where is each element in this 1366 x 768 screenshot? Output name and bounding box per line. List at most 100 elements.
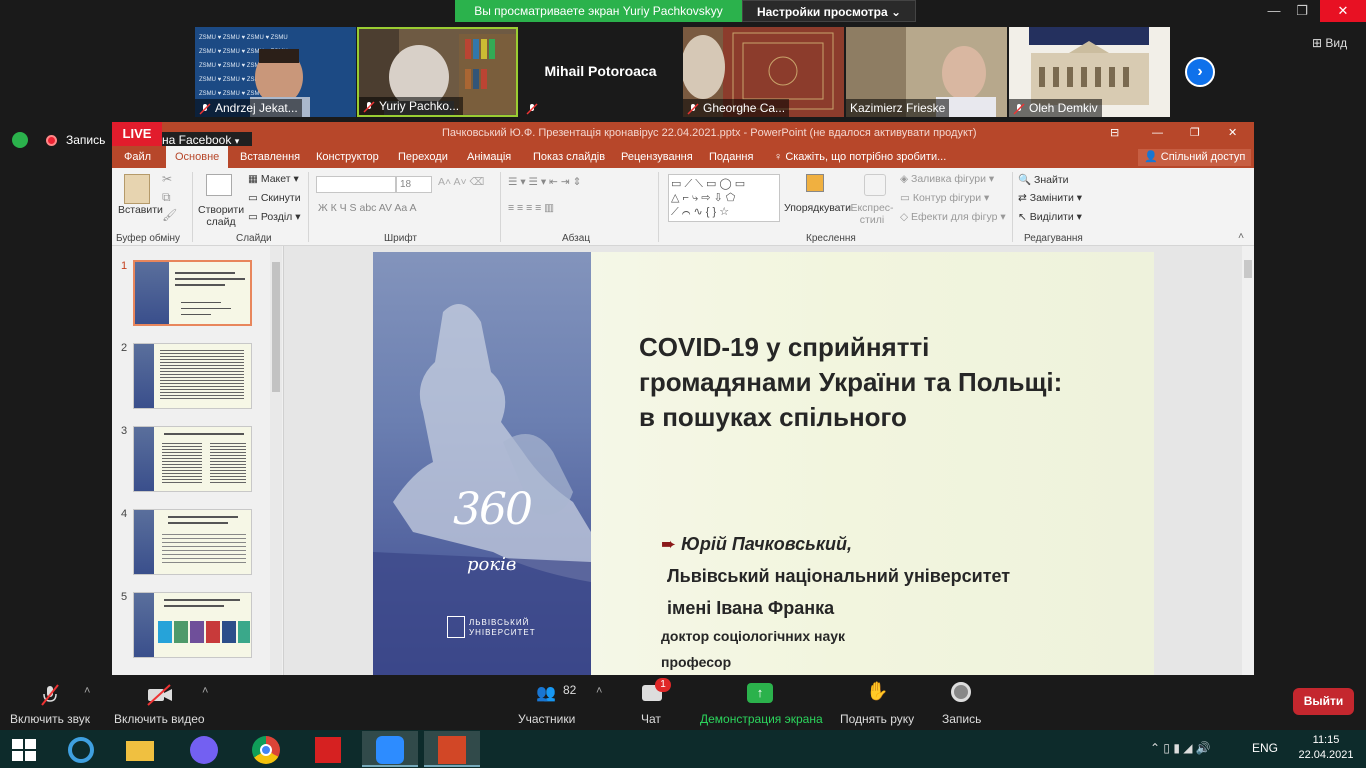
quick-styles-icon[interactable] (864, 174, 886, 196)
participant-tile-active-speaker[interactable]: Yuriy Pachko... (357, 27, 518, 117)
scrollbar-thumb[interactable] (1244, 260, 1252, 278)
minimize-icon[interactable]: — (1152, 122, 1163, 144)
participants-button[interactable]: Участники (518, 712, 575, 726)
clock-date[interactable]: 22.04.2021 (1298, 749, 1354, 761)
participant-tile[interactable]: Oleh Demkiv (1009, 27, 1170, 117)
slide[interactable]: 360 років ЛЬВІВСЬКИЙ УНІВЕРСИТЕТ COVID-1… (373, 252, 1154, 675)
tab-slideshow[interactable]: Показ слайдів (533, 146, 605, 168)
maximize-icon[interactable]: ❐ (1284, 0, 1320, 22)
quick-styles-label[interactable]: Експрес-стилі (850, 202, 894, 226)
slide-thumbnail-2[interactable] (133, 343, 252, 409)
shape-outline-button[interactable]: ▭ Контур фігури ▾ (900, 192, 989, 204)
section-button[interactable]: ▭ Розділ ▾ (248, 211, 300, 223)
internet-explorer-icon[interactable] (54, 731, 110, 767)
participant-tile[interactable]: ZSMU ♥ ZSMU ♥ ZSMU ♥ ZSMU ZSMU ♥ ZSMU ♥ … (195, 27, 356, 117)
file-explorer-icon[interactable] (112, 731, 168, 767)
tray-icons[interactable]: ⌃ ▯ ▮ ◢ 🔊 (1150, 741, 1211, 755)
viber-icon[interactable] (176, 731, 232, 767)
degree-line[interactable]: доктор соціологічних наук (661, 628, 845, 644)
chevron-up-icon[interactable]: ˄ (202, 685, 208, 697)
view-button[interactable]: ⊞ Вид (1312, 36, 1347, 50)
share-screen-button[interactable]: Демонстрация экрана (700, 712, 823, 726)
tell-me-box[interactable]: ♀ Скажіть, що потрібно зробити... (774, 146, 946, 168)
participants-icon[interactable]: 👥 (536, 683, 556, 703)
reset-button[interactable]: ▭ Скинути (248, 192, 301, 204)
tab-transitions[interactable]: Переходи (398, 146, 448, 168)
find-button[interactable]: 🔍 Знайти (1018, 173, 1069, 186)
slide-thumbnail-3[interactable] (133, 426, 252, 492)
video-off-icon[interactable] (146, 683, 174, 707)
chevron-up-icon[interactable]: ˄ (596, 685, 602, 697)
raise-hand-button[interactable]: Поднять руку (840, 712, 914, 726)
acrobat-icon[interactable] (300, 731, 356, 767)
muted-mic-icon[interactable] (38, 683, 62, 707)
tab-view[interactable]: Подання (709, 146, 753, 168)
share-button[interactable]: 👤 Спільний доступ (1138, 149, 1252, 166)
shape-fill-button[interactable]: ◈ Заливка фігури ▾ (900, 173, 994, 185)
arrange-icon[interactable] (806, 174, 824, 192)
unmute-button[interactable]: Включить звук (10, 712, 90, 726)
thumbnails-scrollbar[interactable] (270, 246, 282, 675)
record-icon[interactable] (951, 682, 971, 702)
list-icons[interactable]: ☰ ▾ ☰ ▾ ⇤ ⇥ ⇕ (508, 176, 581, 188)
tab-design[interactable]: Конструктор (316, 146, 379, 168)
scrollbar-thumb[interactable] (272, 262, 280, 392)
thumbnail-number: 4 (121, 508, 128, 520)
leave-button[interactable]: Выйти (1293, 688, 1354, 715)
arrange-label[interactable]: Упорядкувати (784, 202, 851, 214)
close-icon[interactable]: ✕ (1320, 0, 1366, 22)
language-indicator[interactable]: ENG (1252, 741, 1278, 755)
participant-tile[interactable]: Kazimierz Frieske (846, 27, 1007, 117)
view-settings-button[interactable]: Настройки просмотра ⌄ (742, 0, 916, 22)
paste-icon[interactable] (124, 174, 150, 204)
share-screen-icon[interactable]: ↑ (747, 683, 773, 703)
tab-home[interactable]: Основне (166, 146, 229, 168)
new-slide-label[interactable]: Створити слайд (198, 204, 244, 228)
powerpoint-taskbar-icon[interactable] (424, 731, 480, 767)
slide-scrollbar[interactable] (1242, 246, 1254, 675)
tab-animations[interactable]: Анімація (467, 146, 511, 168)
cut-icon[interactable]: ✂ (162, 172, 172, 186)
select-button[interactable]: ↖ Виділити ▾ (1018, 211, 1082, 223)
slide-thumbnail-1[interactable] (133, 260, 252, 326)
next-page-button[interactable]: › (1185, 57, 1215, 87)
layout-button[interactable]: ▦ Макет ▾ (248, 173, 299, 185)
zoom-taskbar-icon[interactable] (362, 731, 418, 767)
shapes-gallery[interactable]: ▭ ⟋ ⟍ ▭ ◯ ▭ △ ⌐ ⤷ ⇨ ⇩ ⬠ ⟋ ⌒ ∿ { } ☆ (668, 174, 780, 222)
tab-insert[interactable]: Вставлення (240, 146, 300, 168)
slide-title[interactable]: COVID-19 у сприйнятті громадянами Україн… (639, 330, 1149, 435)
align-icons[interactable]: ≡ ≡ ≡ ≡ ▥ (508, 202, 554, 214)
slide-thumbnail-4[interactable] (133, 509, 252, 575)
position-line[interactable]: професор (661, 654, 731, 670)
tab-file[interactable]: Файл (124, 146, 151, 168)
chevron-up-icon[interactable]: ˄ (84, 685, 90, 697)
affiliation-line-2[interactable]: імені Івана Франка (667, 598, 834, 619)
clock-time[interactable]: 11:15 (1298, 734, 1354, 746)
paste-label[interactable]: Вставити (118, 204, 163, 216)
font-name-input[interactable] (316, 176, 396, 193)
format-painter-icon[interactable]: 🖌 (162, 208, 177, 222)
ribbon-display-icon[interactable]: ⊟ (1110, 122, 1119, 144)
raise-hand-icon[interactable]: ✋ (866, 681, 888, 702)
start-video-button[interactable]: Включить видео (114, 712, 205, 726)
collapse-ribbon-icon[interactable]: ˄ (1238, 230, 1244, 242)
maximize-icon[interactable]: ❐ (1190, 122, 1200, 144)
font-format-icons[interactable]: Ж К Ч S abc AV Aa A (318, 202, 417, 214)
record-button[interactable]: Запись (942, 712, 981, 726)
shape-effects-button[interactable]: ◇ Ефекти для фігур ▾ (900, 211, 1006, 223)
close-icon[interactable]: ✕ (1228, 122, 1237, 144)
font-grow-shrink-icon[interactable]: A˄ A˅ ⌫ (438, 176, 484, 188)
participant-tile[interactable]: Mihail Potoroaca (520, 27, 681, 117)
chrome-icon[interactable] (238, 731, 294, 767)
participant-tile[interactable]: Gheorghe Ca... (683, 27, 844, 117)
font-size-input[interactable]: 18 (396, 176, 432, 193)
author-line[interactable]: ➨ Юрій Пачковський, (661, 534, 852, 555)
tab-review[interactable]: Рецензування (621, 146, 693, 168)
copy-icon[interactable]: ⧉ (162, 190, 171, 205)
new-slide-icon[interactable] (206, 174, 232, 196)
affiliation-line-1[interactable]: Львівський національний університет (667, 566, 1010, 587)
replace-button[interactable]: ⇄ Замінити ▾ (1018, 192, 1082, 204)
slide-thumbnail-5[interactable] (133, 592, 252, 658)
windows-start-icon[interactable] (12, 739, 36, 761)
chat-button[interactable]: Чат (641, 712, 661, 726)
